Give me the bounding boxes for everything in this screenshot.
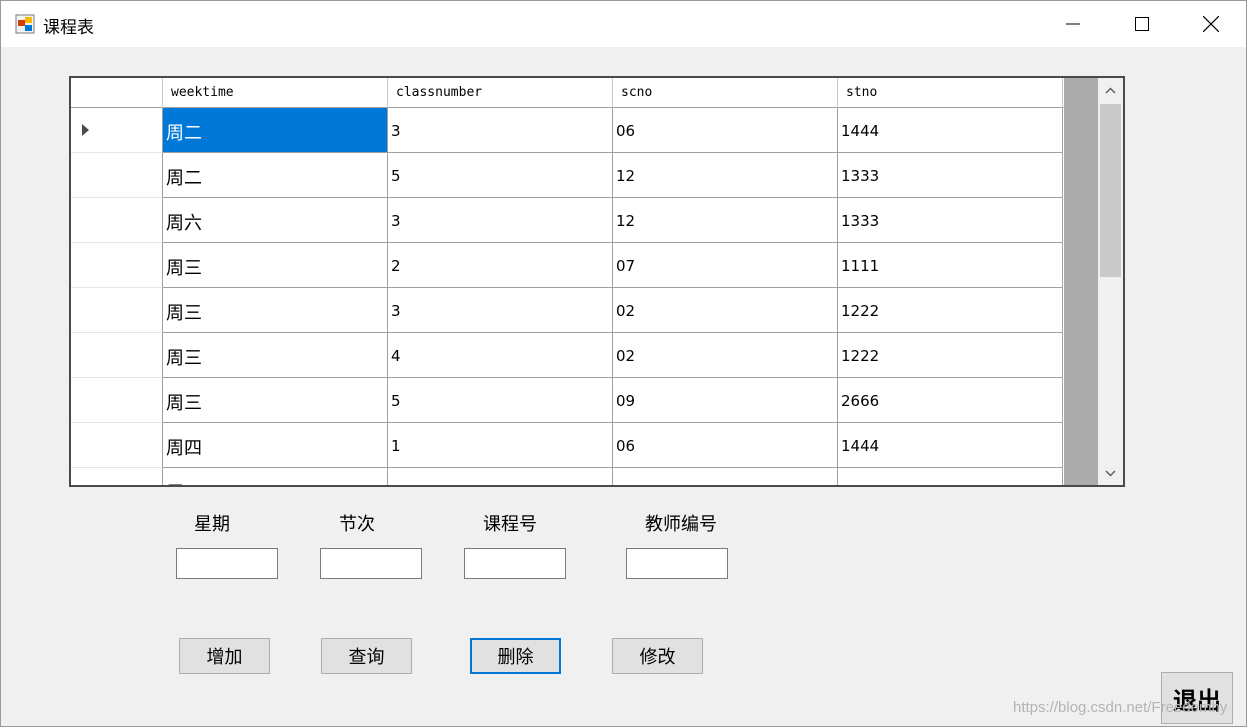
course-data-grid[interactable]: weektime classnumber scno stno 周二 3 06 1… bbox=[69, 76, 1125, 487]
cell-weektime[interactable]: 周三 bbox=[163, 243, 388, 288]
app-window: 课程表 weektime classnumber scno stno 周二 3 … bbox=[0, 0, 1247, 727]
row-header[interactable] bbox=[71, 333, 163, 378]
cell-weektime[interactable]: 周五 bbox=[163, 468, 388, 485]
course-no-input[interactable] bbox=[464, 548, 566, 579]
weekday-label: 星期 bbox=[194, 514, 230, 535]
table-row[interactable]: 周三 4 02 1222 bbox=[71, 333, 1064, 378]
cell-stno[interactable]: 1222 bbox=[838, 333, 1063, 378]
cell-classnumber[interactable]: 5 bbox=[388, 153, 613, 198]
table-row[interactable]: 周二 3 06 1444 bbox=[71, 108, 1064, 153]
cell-scno[interactable]: 02 bbox=[613, 333, 838, 378]
cell-weektime[interactable]: 周三 bbox=[163, 333, 388, 378]
current-row-arrow-icon bbox=[82, 124, 89, 136]
row-header[interactable] bbox=[71, 423, 163, 468]
period-label: 节次 bbox=[339, 514, 375, 535]
row-header[interactable] bbox=[71, 198, 163, 243]
column-header-classnumber[interactable]: classnumber bbox=[388, 78, 613, 108]
title-bar[interactable]: 课程表 bbox=[1, 1, 1246, 47]
row-header[interactable] bbox=[71, 153, 163, 198]
row-header[interactable] bbox=[71, 468, 163, 485]
app-form-icon bbox=[15, 14, 35, 34]
exit-button[interactable]: 退出 bbox=[1161, 672, 1233, 724]
cell-weektime[interactable]: 周三 bbox=[163, 288, 388, 333]
maximize-button[interactable] bbox=[1107, 1, 1177, 47]
close-button[interactable] bbox=[1176, 1, 1246, 47]
cell-scno[interactable]: 06 bbox=[613, 108, 838, 153]
column-header-scno[interactable]: scno bbox=[613, 78, 838, 108]
row-header[interactable] bbox=[71, 243, 163, 288]
table-row[interactable]: 周三 3 02 1222 bbox=[71, 288, 1064, 333]
delete-button[interactable]: 删除 bbox=[470, 638, 561, 674]
cell-classnumber[interactable] bbox=[388, 468, 613, 485]
cell-classnumber[interactable]: 1 bbox=[388, 423, 613, 468]
cell-weektime[interactable]: 周四 bbox=[163, 423, 388, 468]
cell-scno[interactable]: 12 bbox=[613, 153, 838, 198]
scroll-thumb[interactable] bbox=[1100, 104, 1121, 277]
cell-scno[interactable]: 07 bbox=[613, 243, 838, 288]
scroll-up-button[interactable] bbox=[1098, 78, 1123, 102]
cell-stno[interactable]: 1444 bbox=[838, 108, 1063, 153]
window-title: 课程表 bbox=[43, 18, 94, 38]
chevron-up-icon bbox=[1105, 86, 1116, 94]
teacher-no-label: 教师编号 bbox=[645, 514, 717, 535]
cell-weektime[interactable]: 周六 bbox=[163, 198, 388, 243]
cell-weektime[interactable]: 周二 bbox=[163, 153, 388, 198]
period-input[interactable] bbox=[320, 548, 422, 579]
row-header[interactable] bbox=[71, 378, 163, 423]
cell-scno[interactable]: 02 bbox=[613, 288, 838, 333]
maximize-icon bbox=[1135, 17, 1149, 31]
cell-classnumber[interactable]: 5 bbox=[388, 378, 613, 423]
cell-weektime[interactable]: 周三 bbox=[163, 378, 388, 423]
table-row[interactable]: 周二 5 12 1333 bbox=[71, 153, 1064, 198]
chevron-down-icon bbox=[1105, 469, 1116, 477]
cell-stno[interactable] bbox=[838, 468, 1063, 485]
column-header-weektime[interactable]: weektime bbox=[163, 78, 388, 108]
cell-weektime[interactable]: 周二 bbox=[163, 108, 388, 153]
add-button[interactable]: 增加 bbox=[179, 638, 270, 674]
cell-stno[interactable]: 1111 bbox=[838, 243, 1063, 288]
table-row[interactable]: 周三 5 09 2666 bbox=[71, 378, 1064, 423]
table-row[interactable]: 周三 2 07 1111 bbox=[71, 243, 1064, 288]
header-corner[interactable] bbox=[71, 78, 163, 108]
cell-stno[interactable]: 2666 bbox=[838, 378, 1063, 423]
minimize-button[interactable] bbox=[1038, 1, 1108, 47]
scroll-down-button[interactable] bbox=[1098, 461, 1123, 485]
cell-stno[interactable]: 1333 bbox=[838, 198, 1063, 243]
cell-classnumber[interactable]: 2 bbox=[388, 243, 613, 288]
cell-scno[interactable]: 12 bbox=[613, 198, 838, 243]
cell-scno[interactable] bbox=[613, 468, 838, 485]
modify-button[interactable]: 修改 bbox=[612, 638, 703, 674]
row-header[interactable] bbox=[71, 288, 163, 333]
cell-classnumber[interactable]: 3 bbox=[388, 288, 613, 333]
row-header[interactable] bbox=[71, 108, 163, 153]
cell-stno[interactable]: 1333 bbox=[838, 153, 1063, 198]
course-no-label: 课程号 bbox=[483, 514, 537, 535]
cell-classnumber[interactable]: 3 bbox=[388, 108, 613, 153]
cell-scno[interactable]: 09 bbox=[613, 378, 838, 423]
table-row[interactable]: 周六 3 12 1333 bbox=[71, 198, 1064, 243]
cell-classnumber[interactable]: 3 bbox=[388, 198, 613, 243]
vertical-scrollbar[interactable] bbox=[1098, 78, 1123, 485]
grid-header-row: weektime classnumber scno stno bbox=[71, 78, 1064, 108]
cell-stno[interactable]: 1444 bbox=[838, 423, 1063, 468]
cell-stno[interactable]: 1222 bbox=[838, 288, 1063, 333]
query-button[interactable]: 查询 bbox=[321, 638, 412, 674]
table-row[interactable]: 周四 1 06 1444 bbox=[71, 423, 1064, 468]
grid-rows: 周二 3 06 1444 周二 5 12 1333 周六 3 12 1333 周… bbox=[71, 108, 1064, 485]
table-row[interactable]: 周五 bbox=[71, 468, 1064, 485]
cell-classnumber[interactable]: 4 bbox=[388, 333, 613, 378]
weekday-input[interactable] bbox=[176, 548, 278, 579]
cell-scno[interactable]: 06 bbox=[613, 423, 838, 468]
grid-viewport: weektime classnumber scno stno 周二 3 06 1… bbox=[71, 78, 1064, 485]
column-header-stno[interactable]: stno bbox=[838, 78, 1063, 108]
teacher-no-input[interactable] bbox=[626, 548, 728, 579]
minimize-icon bbox=[1066, 23, 1080, 25]
watermark-text: https://blog.csdn.net/Freedomhy bbox=[1013, 699, 1228, 716]
close-icon bbox=[1203, 16, 1219, 32]
